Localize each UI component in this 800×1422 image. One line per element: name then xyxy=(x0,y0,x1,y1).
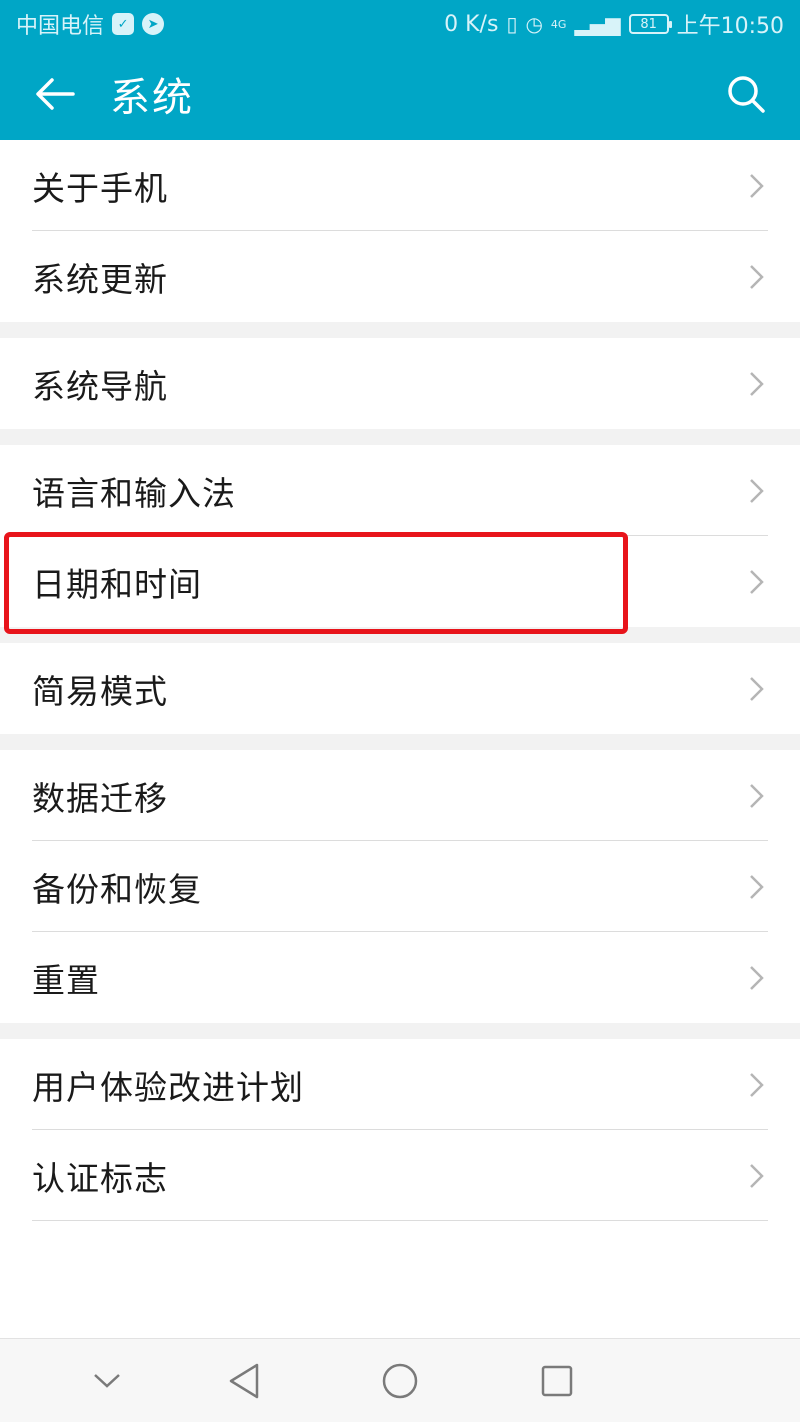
square-recents-icon xyxy=(541,1365,573,1397)
settings-item-backup-restore[interactable]: 备份和恢复 xyxy=(0,841,800,932)
triangle-back-icon xyxy=(229,1363,259,1399)
settings-item-system-navigation[interactable]: 系统导航 xyxy=(0,338,800,429)
settings-item-label: 认证标志 xyxy=(32,1158,168,1198)
section-divider xyxy=(0,734,800,750)
chevron-down-icon xyxy=(94,1374,120,1388)
section-divider xyxy=(0,322,800,338)
settings-item-data-migration[interactable]: 数据迁移 xyxy=(0,750,800,841)
signal-icon: ▂▄▆ xyxy=(574,12,621,36)
search-icon xyxy=(728,76,765,113)
plane-icon: ➤ xyxy=(142,13,165,35)
section-divider xyxy=(0,627,800,643)
alarm-icon: ◷ xyxy=(525,12,543,36)
nav-recents-button[interactable] xyxy=(529,1353,585,1409)
back-button[interactable] xyxy=(20,59,90,129)
search-button[interactable] xyxy=(712,60,780,128)
vibrate-icon: ▯ xyxy=(506,12,518,36)
page-title: 系统 xyxy=(110,75,194,121)
net-speed-label: 0 K/s xyxy=(444,11,499,37)
carrier-label: 中国电信 xyxy=(16,14,105,39)
settings-item-label: 备份和恢复 xyxy=(32,869,202,909)
chevron-right-icon xyxy=(750,874,764,899)
settings-group-2: 系统导航 xyxy=(0,338,800,429)
settings-item-about-phone[interactable]: 关于手机 xyxy=(0,140,800,231)
settings-item-reset[interactable]: 重置 xyxy=(0,932,800,1023)
chevron-right-icon xyxy=(750,783,764,808)
chevron-right-icon xyxy=(750,173,764,198)
settings-item-label: 数据迁移 xyxy=(32,778,168,818)
settings-item-certification[interactable]: 认证标志 xyxy=(0,1130,800,1221)
section-divider xyxy=(0,429,800,445)
settings-item-label: 重置 xyxy=(32,960,100,1000)
settings-group-3: 语言和输入法 日期和时间 xyxy=(0,445,800,627)
settings-item-user-experience[interactable]: 用户体验改进计划 xyxy=(0,1039,800,1130)
arrow-left-icon xyxy=(36,78,75,110)
settings-item-language-input[interactable]: 语言和输入法 xyxy=(0,445,800,536)
settings-item-label: 语言和输入法 xyxy=(32,473,236,513)
nav-bar xyxy=(0,1338,800,1422)
settings-group-4: 简易模式 xyxy=(0,643,800,734)
section-divider xyxy=(0,1023,800,1039)
settings-list: 关于手机 系统更新 系统导航 语言和输入法 日期和时间 简易模式 数据迁移 备份… xyxy=(0,140,800,1221)
app-bar: 系统 xyxy=(0,48,800,140)
status-left: 中国电信 ✓ ➤ xyxy=(16,8,165,40)
chevron-right-icon xyxy=(750,676,764,701)
chevron-right-icon xyxy=(750,264,764,289)
chevron-right-icon xyxy=(750,478,764,503)
chevron-right-icon xyxy=(750,569,764,594)
shield-icon: ✓ xyxy=(112,13,135,35)
settings-group-6: 用户体验改进计划 认证标志 xyxy=(0,1039,800,1221)
status-right: 0 K/s ▯ ◷ 4G ▂▄▆ 81 上午10:50 xyxy=(444,8,784,40)
status-bar: 中国电信 ✓ ➤ 0 K/s ▯ ◷ 4G ▂▄▆ 81 上午10:50 xyxy=(0,0,800,48)
battery-level: 81 xyxy=(640,16,657,32)
settings-group-5: 数据迁移 备份和恢复 重置 xyxy=(0,750,800,1023)
settings-item-system-update[interactable]: 系统更新 xyxy=(0,231,800,322)
nav-home-button[interactable] xyxy=(372,1353,428,1409)
settings-item-label: 系统更新 xyxy=(32,259,168,299)
settings-item-label: 关于手机 xyxy=(32,168,168,208)
chevron-right-icon xyxy=(750,1163,764,1188)
clock-label: 上午10:50 xyxy=(676,14,784,39)
nav-back-button[interactable] xyxy=(216,1353,272,1409)
settings-item-label: 用户体验改进计划 xyxy=(32,1067,304,1107)
settings-group-1: 关于手机 系统更新 xyxy=(0,140,800,322)
settings-item-date-time[interactable]: 日期和时间 xyxy=(0,536,800,627)
chevron-right-icon xyxy=(750,965,764,990)
settings-item-label: 系统导航 xyxy=(32,366,168,406)
battery-icon: 81 xyxy=(628,14,672,34)
chevron-right-icon xyxy=(750,371,764,396)
settings-item-label: 简易模式 xyxy=(32,671,168,711)
settings-item-simple-mode[interactable]: 简易模式 xyxy=(0,643,800,734)
chevron-right-icon xyxy=(750,1072,764,1097)
network-type-label: 4G xyxy=(550,17,567,31)
hide-navbar-button[interactable] xyxy=(79,1353,135,1409)
settings-item-label: 日期和时间 xyxy=(32,564,202,604)
circle-home-icon xyxy=(382,1363,418,1399)
